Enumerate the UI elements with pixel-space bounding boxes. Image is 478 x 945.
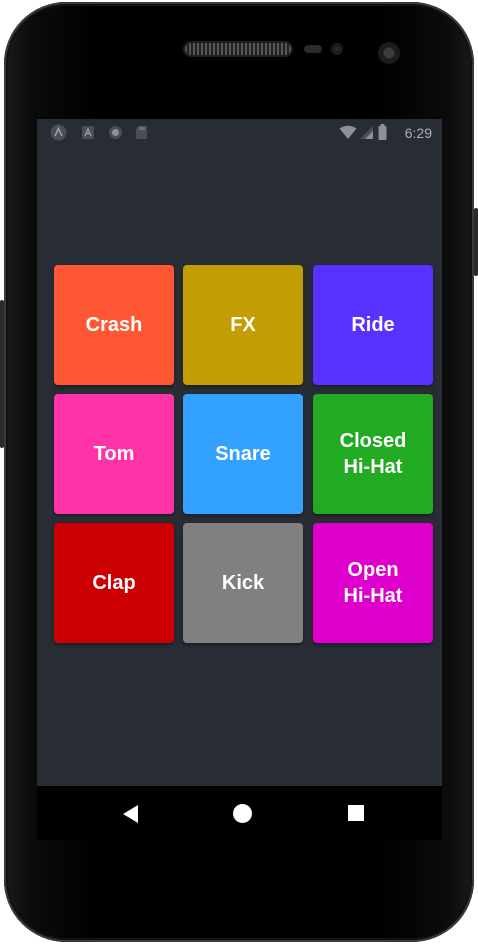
app-screen: 6:29 Crash FX Ride Tom Snare Closed Hi-H… (37, 119, 442, 840)
volume-button (474, 208, 478, 276)
light-sensor (331, 43, 343, 55)
status-time: 6:29 (404, 125, 432, 141)
signal-icon (359, 125, 374, 143)
drum-pad-grid: Crash FX Ride Tom Snare Closed Hi-Hat Cl… (54, 265, 434, 645)
pad-label: Closed Hi-Hat (339, 430, 407, 478)
status-bar: 6:29 (37, 119, 442, 147)
recents-icon[interactable] (348, 805, 364, 821)
power-button (0, 300, 4, 448)
navigation-bar (37, 786, 442, 840)
phone-frame: 6:29 Crash FX Ride Tom Snare Closed Hi-H… (0, 2, 478, 942)
pad-clap[interactable]: Clap (54, 523, 174, 643)
pad-label: Kick (221, 572, 265, 594)
front-camera (378, 42, 400, 64)
pad-ride[interactable]: Ride (313, 265, 433, 385)
wifi-icon (339, 125, 357, 143)
pad-fx[interactable]: FX (183, 265, 303, 385)
home-icon[interactable] (233, 804, 252, 823)
a-badge-icon (81, 125, 95, 143)
pad-label: FX (230, 314, 256, 336)
proximity-sensor (304, 45, 322, 53)
back-icon[interactable] (123, 805, 138, 823)
pad-closed-hi-hat[interactable]: Closed Hi-Hat (313, 394, 433, 514)
pad-snare[interactable]: Snare (183, 394, 303, 514)
pad-kick[interactable]: Kick (183, 523, 303, 643)
pad-label: Tom (93, 443, 135, 465)
sd-card-icon (135, 125, 148, 143)
pad-tom[interactable]: Tom (54, 394, 174, 514)
earpiece-speaker (185, 43, 291, 55)
pad-open-hi-hat[interactable]: Open Hi-Hat (313, 523, 433, 643)
pad-label: Snare (215, 443, 271, 465)
pad-label: Open Hi-Hat (343, 559, 403, 607)
pad-crash[interactable]: Crash (54, 265, 174, 385)
circle-icon (108, 125, 123, 143)
battery-icon (378, 124, 387, 143)
pad-label: Clap (92, 572, 136, 594)
pad-label: Ride (351, 314, 395, 336)
app-a-icon (50, 124, 67, 144)
pad-label: Crash (85, 314, 143, 336)
